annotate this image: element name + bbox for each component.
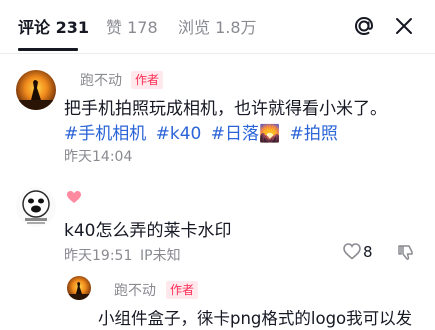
author-badge: 作者	[131, 71, 164, 89]
comment-author[interactable]: 跑不动	[80, 70, 122, 90]
reply-text: 小组件盒子，徕卡png格式的logo我可以发	[98, 309, 413, 328]
hashtag-link[interactable]: #k40	[156, 124, 202, 144]
active-tab-indicator	[18, 48, 78, 51]
reply-author[interactable]: 跑不动	[114, 280, 156, 300]
comment-location: IP未知	[140, 248, 181, 264]
tab-comments[interactable]: 评论 231	[18, 15, 89, 41]
author-badge: 作者	[166, 281, 199, 299]
close-icon[interactable]	[391, 13, 417, 39]
comment-time: 昨天14:04	[64, 149, 133, 165]
avatar[interactable]	[16, 70, 56, 110]
comment-text: 把手机拍照玩成相机，也许就得看小米了。	[64, 99, 387, 119]
tab-likes[interactable]: 赞 178	[106, 15, 158, 41]
comment-text: k40怎么弄的莱卡水印	[64, 221, 232, 241]
hashtag-link[interactable]: #手机相机	[64, 124, 146, 144]
hashtag-link[interactable]: #拍照	[290, 124, 338, 144]
like-count: 8	[363, 243, 373, 261]
comment-time: 昨天19:51	[64, 248, 133, 264]
at-icon[interactable]	[351, 13, 377, 39]
meme-face-icon[interactable]	[16, 187, 56, 227]
hashtag-link[interactable]: #日落🌄	[211, 124, 280, 144]
heart-icon	[66, 189, 82, 208]
dislike-icon[interactable]	[397, 243, 415, 265]
tab-views[interactable]: 浏览 1.8万	[178, 15, 257, 41]
comments-header: 评论 231 赞 178 浏览 1.8万	[0, 0, 435, 54]
comments-panel: 评论 231 赞 178 浏览 1.8万 跑不动 作者 把手机拍照玩成相机，也许…	[0, 0, 435, 330]
avatar[interactable]	[67, 276, 91, 300]
hashtag-list: #手机相机 #k40 #日落🌄 #拍照	[64, 119, 342, 144]
like-heart-icon[interactable]	[343, 243, 361, 264]
